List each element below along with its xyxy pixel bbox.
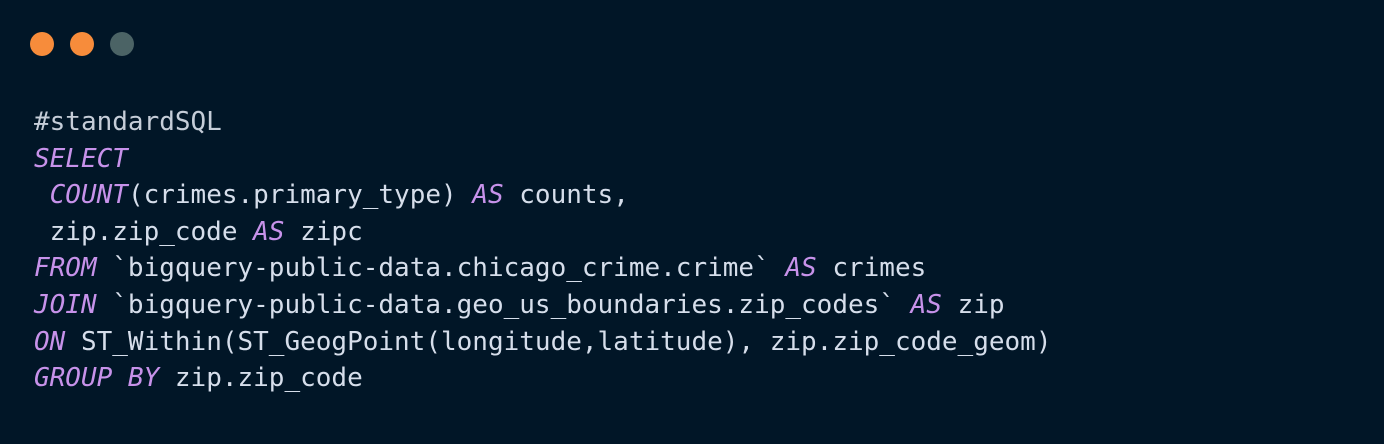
sql-token: zip.zip_code (159, 363, 363, 394)
maximize-dot-icon[interactable] (110, 32, 134, 56)
sql-token: zip (941, 289, 1005, 320)
sql-token: `bigquery-public-data.geo_us_boundaries.… (96, 289, 911, 320)
code-line: #standardSQL (34, 104, 1051, 141)
code-window: #standardSQL SELECT COUNT(crimes.primary_… (0, 0, 1384, 444)
sql-token: crimes (816, 253, 927, 284)
sql-token: zipc (284, 216, 363, 247)
code-line: FROM `bigquery-public-data.chicago_crime… (34, 250, 1051, 287)
sql-token: `bigquery-public-data.chicago_crime.crim… (96, 253, 786, 284)
sql-token: (crimes.primary_type) (127, 180, 473, 211)
code-line: ON ST_Within(ST_GeogPoint(longitude,lati… (34, 324, 1051, 361)
sql-token: ST_Within(ST_GeogPoint(longitude,latitud… (65, 326, 1052, 357)
sql-keyword: SELECT (34, 143, 128, 174)
sql-keyword: ON (34, 326, 66, 357)
sql-keyword: AS (910, 289, 942, 320)
code-line: COUNT(crimes.primary_type) AS counts, (34, 177, 1051, 214)
sql-keyword: JOIN (34, 289, 97, 320)
code-line: GROUP BY zip.zip_code (34, 360, 1051, 397)
sql-code-block: #standardSQL SELECT COUNT(crimes.primary_… (34, 104, 1051, 397)
sql-token: zip.zip_code (34, 216, 254, 247)
sql-keyword: COUNT (49, 180, 128, 211)
sql-keyword: AS (472, 180, 504, 211)
sql-keyword: AS (253, 216, 285, 247)
sql-token: counts, (503, 180, 629, 211)
close-dot-icon[interactable] (30, 32, 54, 56)
sql-keyword: AS (785, 253, 817, 284)
sql-comment: #standardSQL (34, 107, 222, 137)
minimize-dot-icon[interactable] (70, 32, 94, 56)
code-line: JOIN `bigquery-public-data.geo_us_bounda… (34, 287, 1051, 324)
code-line: SELECT (34, 141, 1051, 178)
window-controls (30, 32, 134, 56)
code-line: zip.zip_code AS zipc (34, 214, 1051, 251)
sql-keyword: FROM (34, 253, 97, 284)
sql-keyword: GROUP BY (34, 363, 160, 394)
